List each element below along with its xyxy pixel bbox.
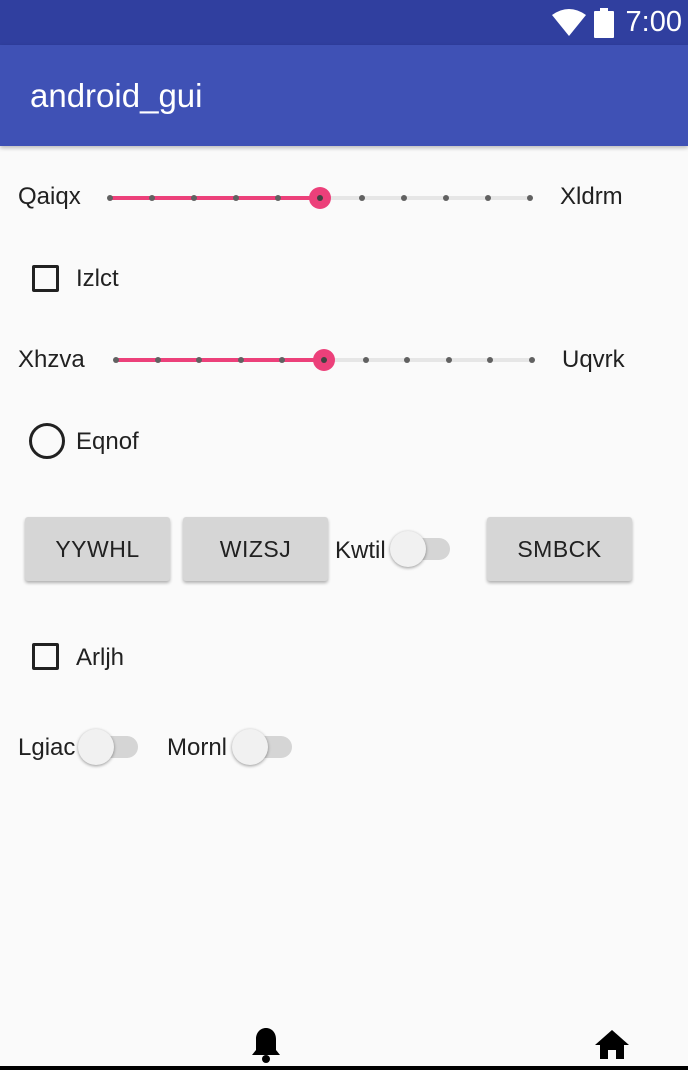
seekbar-tick (401, 195, 407, 201)
seekbar-tick (359, 195, 365, 201)
seekbar1-left-label: Qaiqx (18, 183, 81, 210)
seekbar-tick (529, 357, 535, 363)
seekbar-tick (279, 357, 286, 363)
switch-kwtil-thumb (390, 531, 426, 567)
status-icons: 7:00 (551, 0, 682, 45)
seekbar-tick (196, 357, 203, 363)
seekbar2-right-label: Uqvrk (562, 346, 625, 373)
home-icon[interactable] (594, 1028, 630, 1060)
status-bar: 7:00 (0, 0, 688, 45)
checkbox-izlct[interactable] (32, 265, 59, 292)
seekbar-thumb-dot (317, 195, 323, 201)
seekbar-tick (233, 195, 239, 201)
app-title: android_gui (30, 77, 203, 114)
seekbar-tick (149, 195, 155, 201)
seekbar-tick (445, 357, 452, 363)
battery-icon (593, 7, 614, 38)
wifi-icon (551, 8, 586, 36)
seekbar-tick (362, 357, 369, 363)
seekbar1[interactable] (107, 178, 533, 218)
seekbar1-right-label: Xldrm (560, 183, 623, 210)
seekbar-tick (527, 195, 533, 201)
switch-lgiac-thumb (78, 729, 114, 765)
button-wizsj[interactable]: WIZSJ (183, 517, 328, 581)
checkbox-izlct-label: Izlct (76, 265, 119, 292)
seekbar-thumb-dot (321, 357, 327, 363)
seekbar1-fill (110, 196, 320, 200)
seekbar2-fill (116, 358, 324, 362)
seekbar-tick (113, 357, 119, 363)
seekbar-thumb[interactable] (313, 349, 335, 371)
app-bar: android_gui (0, 45, 688, 146)
seekbar-tick (154, 357, 161, 363)
radio-eqnof[interactable] (29, 423, 65, 459)
seekbar-tick (443, 195, 449, 201)
notification-bell-icon[interactable] (250, 1026, 282, 1064)
radio-eqnof-label: Eqnof (76, 428, 139, 455)
button-smbck[interactable]: SMBCK (487, 517, 632, 581)
seekbar-tick (275, 195, 281, 201)
seekbar2-left-label: Xhzva (18, 346, 85, 373)
switch-mornl-label: Mornl (167, 734, 228, 761)
switch-lgiac[interactable] (78, 727, 138, 767)
seekbar-thumb[interactable] (309, 187, 331, 209)
checkbox-arljh-label: Arljh (76, 644, 125, 671)
checkbox-arljh[interactable] (32, 643, 59, 670)
switch-mornl[interactable] (232, 727, 292, 767)
status-time: 7:00 (625, 6, 682, 38)
seekbar-tick (237, 357, 244, 363)
button-yywhl[interactable]: YYWHL (25, 517, 170, 581)
seekbar-tick (404, 357, 411, 363)
bottom-nav-bar (0, 1018, 688, 1070)
seekbar-tick (107, 195, 113, 201)
switch-lgiac-label: Lgiac (18, 734, 76, 761)
switch-mornl-thumb (232, 729, 268, 765)
seekbar-tick (191, 195, 197, 201)
seekbar-tick (485, 195, 491, 201)
switch-kwtil-label: Kwtil (335, 537, 386, 564)
switch-kwtil[interactable] (390, 529, 450, 569)
nav-bar-line (0, 1066, 688, 1070)
seekbar-tick (487, 357, 494, 363)
seekbar2[interactable] (113, 340, 535, 380)
